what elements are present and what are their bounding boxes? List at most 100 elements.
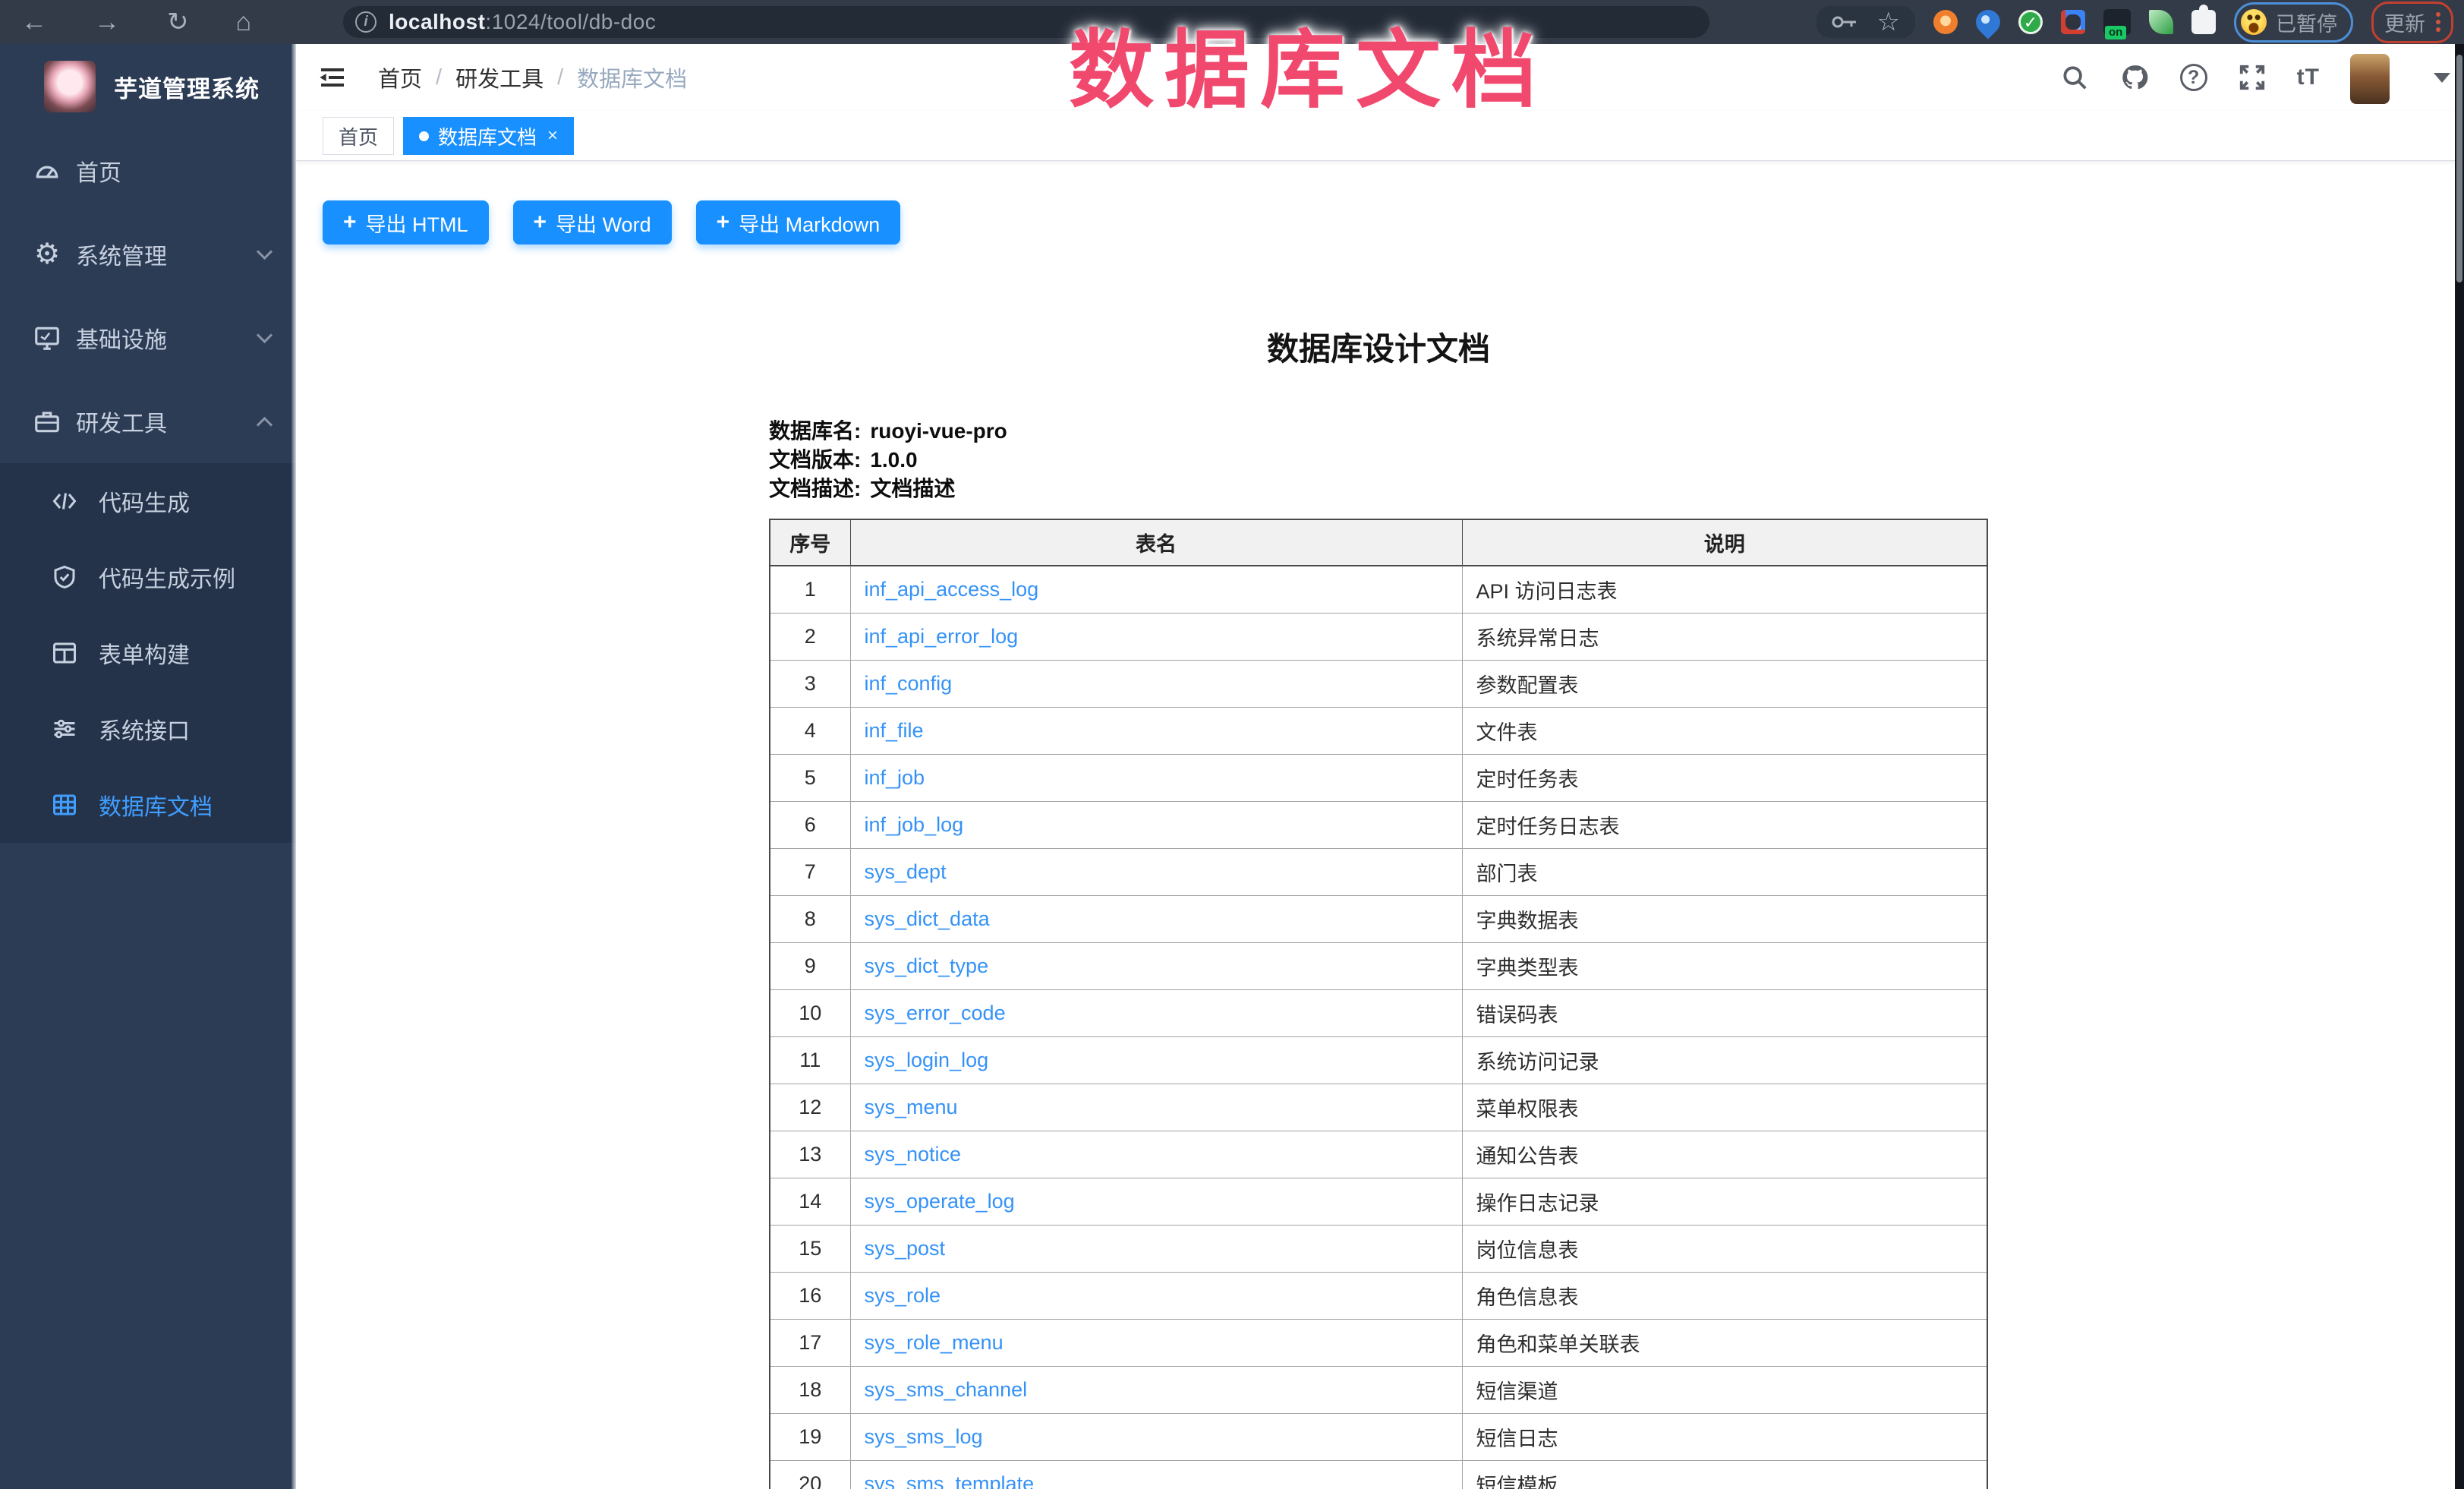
chrome-update-button[interactable]: 更新 [2371,2,2453,43]
table-name-link[interactable]: sys_operate_log [865,1190,1015,1213]
tab-home[interactable]: 首页 [323,117,394,155]
row-index: 17 [770,1320,850,1367]
table-row: 14sys_operate_log操作日志记录 [770,1178,1987,1226]
table-name-link[interactable]: sys_dept [865,860,947,883]
table-desc-cell: 菜单权限表 [1462,1084,1987,1131]
site-info-icon[interactable]: i [355,11,377,33]
extension-icon-pin[interactable] [1971,5,2005,39]
url-path: :1024/tool/db-doc [485,10,656,33]
url-host: localhost [389,10,485,33]
table-name-cell: sys_error_code [850,990,1462,1037]
table-name-cell: inf_api_access_log [850,566,1462,614]
bookmark-star-icon[interactable]: ☆ [1877,9,1900,35]
avatar[interactable] [2350,54,2390,104]
help-icon[interactable]: ? [2180,64,2207,91]
table-desc-cell: 通知公告表 [1462,1131,1987,1178]
sidebar-item-infra[interactable]: 基础设施 [0,296,296,380]
meta-db-name: 数据库名: ruoyi-vue-pro [769,417,1988,446]
table-name-link[interactable]: sys_dict_data [865,907,990,930]
tables-index-table: 序号 表名 说明 1inf_api_access_logAPI 访问日志表2in… [769,519,1988,1489]
home-icon[interactable]: ⌂ [236,9,252,35]
sidebar-item-home[interactable]: 首页 [0,129,296,213]
sidebar-fold-icon[interactable] [317,62,348,96]
table-name-link[interactable]: sys_sms_channel [865,1378,1028,1401]
row-index: 20 [770,1461,850,1489]
scrollbar-thumb[interactable] [2456,55,2462,282]
sidebar-item-system[interactable]: ⚙ 系统管理 [0,213,296,296]
table-name-link[interactable]: sys_menu [865,1096,958,1118]
header-actions: ? tT [2060,44,2450,111]
table-name-link[interactable]: inf_file [865,719,924,742]
extensions-puzzle-icon[interactable] [2191,10,2216,34]
table-desc-cell: 系统异常日志 [1462,614,1987,661]
form-icon [49,637,80,669]
breadcrumb-current: 数据库文档 [577,62,687,93]
forward-icon[interactable]: → [94,9,120,35]
tab-label: 数据库文档 [438,122,537,150]
meta-label: 文档描述: [769,475,861,503]
doc-table-body: 1inf_api_access_logAPI 访问日志表2inf_api_err… [770,566,1987,1489]
extension-icon-orange[interactable] [1933,10,1958,34]
paused-extension-button[interactable]: 已暂停 [2234,2,2353,43]
extension-icon-check[interactable]: ✓ [2018,10,2043,34]
table-name-link[interactable]: sys_sms_log [865,1425,983,1448]
page-scrollbar[interactable] [2455,44,2464,1489]
extension-icon-leaf[interactable] [2149,10,2173,34]
meta-value: 1.0.0 [870,446,917,475]
tab-db-doc[interactable]: 数据库文档 × [403,117,574,155]
sidebar-item-codegen-demo[interactable]: 代码生成示例 [0,539,296,615]
table-desc-cell: 部门表 [1462,849,1987,896]
back-icon[interactable]: ← [21,9,47,35]
sliders-icon [49,713,80,745]
table-name-link[interactable]: sys_sms_template [865,1472,1035,1489]
table-name-link[interactable]: inf_api_error_log [865,625,1019,648]
chevron-down-icon[interactable] [2434,73,2450,83]
sidebar-item-db-doc[interactable]: 数据库文档 [0,767,296,843]
table-name-link[interactable]: inf_job [865,766,925,789]
extension-icon-grid[interactable] [2061,10,2085,34]
row-index: 3 [770,661,850,708]
password-key-icon[interactable] [1832,14,1857,30]
table-name-link[interactable]: sys_role_menu [865,1331,1004,1354]
app-logo-row[interactable]: 芋道管理系统 [0,44,296,129]
table-name-link[interactable]: inf_api_access_log [865,578,1039,601]
paused-label: 已暂停 [2276,8,2337,37]
update-label: 更新 [2384,8,2425,37]
table-name-link[interactable]: inf_config [865,672,953,695]
close-icon[interactable]: × [547,127,558,145]
row-index: 1 [770,566,850,614]
table-name-link[interactable]: sys_error_code [865,1002,1006,1024]
browser-menu-icon[interactable] [2436,12,2440,32]
table-name-cell: inf_file [850,708,1462,755]
reload-icon[interactable]: ↻ [167,9,189,35]
font-size-icon[interactable]: tT [2297,65,2320,90]
table-name-link[interactable]: sys_login_log [865,1049,989,1071]
sidebar-item-form-builder[interactable]: 表单构建 [0,615,296,691]
table-name-link[interactable]: inf_job_log [865,813,964,836]
sidebar-item-codegen[interactable]: 代码生成 [0,463,296,539]
table-row: 16sys_role角色信息表 [770,1273,1987,1320]
sidebar-item-api[interactable]: 系统接口 [0,691,296,767]
table-row: 5inf_job定时任务表 [770,755,1987,802]
fullscreen-icon[interactable] [2238,63,2267,92]
table-name-link[interactable]: sys_notice [865,1143,962,1166]
breadcrumb-home[interactable]: 首页 [378,62,422,93]
export-word-button[interactable]: + 导出 Word [513,200,672,244]
table-desc-cell: 定时任务表 [1462,755,1987,802]
row-index: 12 [770,1084,850,1131]
extension-icon-switch[interactable]: on [2103,9,2131,35]
export-html-button[interactable]: + 导出 HTML [323,200,489,244]
sidebar-item-devtools[interactable]: 研发工具 [0,380,296,463]
plus-icon: + [534,210,547,235]
table-name-link[interactable]: sys_post [865,1237,946,1260]
emoji-extension-icon [2241,9,2267,35]
code-icon [49,485,80,517]
monitor-icon [30,321,64,355]
github-icon[interactable] [2119,62,2150,93]
table-name-cell: sys_sms_template [850,1461,1462,1489]
search-icon[interactable] [2060,63,2089,92]
export-markdown-button[interactable]: + 导出 Markdown [696,200,901,244]
sidebar: 芋道管理系统 首页 ⚙ 系统管理 基础设施 研发工具 代码生成 [0,44,296,1489]
table-name-link[interactable]: sys_role [865,1284,941,1307]
table-name-link[interactable]: sys_dict_type [865,954,989,977]
